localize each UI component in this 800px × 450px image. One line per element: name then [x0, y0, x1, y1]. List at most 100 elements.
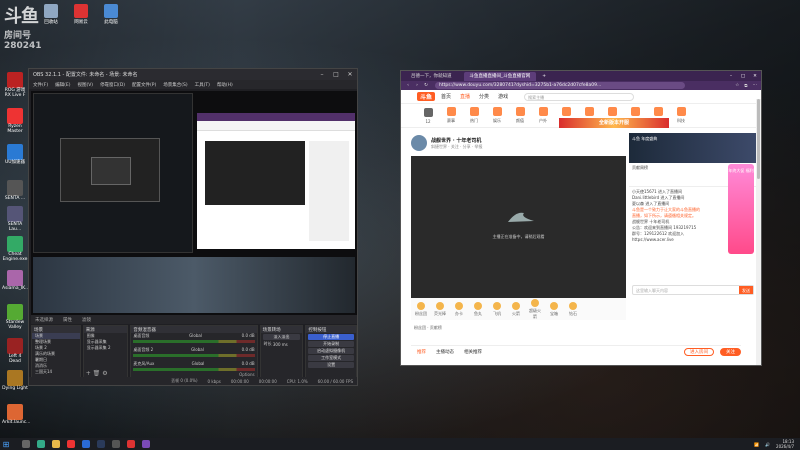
desktop-icon-uu[interactable]: UU加速器: [2, 144, 28, 166]
gift-item[interactable]: 火箭: [509, 301, 523, 317]
menu-help[interactable]: 帮助(H): [217, 82, 233, 88]
obs-icon[interactable]: [112, 440, 120, 448]
gift-item[interactable]: 粉丝团: [414, 301, 428, 317]
desktop-icon-ryzen[interactable]: Ryzen Master: [2, 108, 28, 135]
network-icon[interactable]: 📶: [754, 442, 759, 447]
category-item[interactable]: 颜值: [511, 107, 529, 124]
maximize-icon[interactable]: □: [737, 74, 749, 79]
page-scrollbar[interactable]: [756, 99, 761, 365]
desktop-icon-senta[interactable]: SENTA ...: [2, 180, 28, 202]
minimize-icon[interactable]: –: [315, 71, 329, 78]
floating-promo[interactable]: 年终大促 福利: [728, 164, 754, 254]
category-item[interactable]: 娱乐: [488, 107, 506, 124]
properties-button[interactable]: 属性: [63, 317, 72, 323]
side-ad-banner[interactable]: 斗鱼 年度盛典: [629, 133, 757, 163]
reload-icon[interactable]: ↻: [423, 83, 429, 88]
start-recording-button[interactable]: 开始录制: [308, 341, 354, 347]
nav-home[interactable]: 首页: [441, 93, 451, 100]
enter-room-button[interactable]: 进入房间: [684, 347, 714, 356]
volume-icon[interactable]: 🔊: [765, 442, 770, 447]
address-bar[interactable]: https://www.douyu.com/3280741?dyshid=327…: [435, 82, 685, 89]
nav-games[interactable]: 游戏: [498, 93, 508, 100]
settings-button[interactable]: 设置: [308, 362, 354, 368]
back-icon[interactable]: ‹: [405, 83, 411, 88]
forward-icon[interactable]: ›: [414, 83, 420, 88]
gear-icon[interactable]: ⚙: [102, 370, 107, 377]
desktop-icon-arkit[interactable]: Arkit.launc...: [2, 404, 30, 426]
add-icon[interactable]: +: [86, 370, 91, 377]
menu-docks[interactable]: 停靠窗口(D): [100, 82, 125, 88]
volume-meter[interactable]: [133, 340, 255, 343]
promo-banner[interactable]: 全新版本开服: [559, 118, 669, 128]
maximize-icon[interactable]: □: [329, 71, 343, 78]
category-item[interactable]: 科技: [672, 107, 690, 124]
menu-tools[interactable]: 工具(T): [195, 82, 210, 88]
gift-item[interactable]: 鱼丸: [471, 301, 485, 317]
menu-profile[interactable]: 配置文件(P): [132, 82, 156, 88]
menu-view[interactable]: 视图(V): [77, 82, 93, 88]
close-icon[interactable]: ✕: [749, 74, 761, 79]
obs-preview[interactable]: [31, 91, 357, 315]
tab-streamer-feed[interactable]: 主播动态: [436, 349, 454, 355]
browser-tab-active[interactable]: 斗鱼直播直播间_斗鱼直播官网: [463, 71, 537, 81]
desktop-icon-cheat-engine[interactable]: Cheat Engine.exe: [2, 236, 28, 263]
source-item[interactable]: 显示器采集 2: [84, 345, 128, 351]
clock[interactable]: 18:13 2026/4/7: [776, 439, 794, 449]
steam-icon[interactable]: [97, 440, 105, 448]
gift-item[interactable]: 宝箱: [547, 301, 561, 317]
menu-icon[interactable]: ⋯: [753, 83, 758, 89]
studio-mode-button[interactable]: 工作室模式: [308, 355, 354, 361]
stop-streaming-button[interactable]: 停止直播: [308, 334, 354, 340]
volume-meter[interactable]: [133, 368, 255, 371]
chat-input[interactable]: 这里输入聊天内容 发送: [632, 285, 754, 295]
windows-start-icon[interactable]: ⊞: [0, 440, 12, 449]
category-item[interactable]: 热门: [465, 107, 483, 124]
desktop-icon-stardew[interactable]: Stardew Valley: [2, 304, 28, 331]
transition-select[interactable]: 淡入淡出: [262, 334, 301, 340]
duration-input[interactable]: 300 ms: [273, 342, 288, 347]
video-player[interactable]: 主播正在准备中，请稍后观看: [411, 156, 626, 298]
desktop-icon-asiama[interactable]: Asiama_IK...: [2, 270, 29, 292]
app-icon[interactable]: [127, 440, 135, 448]
gift-item[interactable]: 钻石: [566, 301, 580, 317]
gift-item[interactable]: 飞机: [490, 301, 504, 317]
desktop-icon-senta-launcher[interactable]: SENTA Lau...: [2, 206, 28, 233]
browser-icon[interactable]: [142, 440, 150, 448]
desktop-icon-dying-light[interactable]: Dying Light: [2, 370, 28, 392]
star-icon[interactable]: ☆: [735, 83, 739, 89]
menu-scene-collection[interactable]: 场景集合(S): [163, 82, 187, 88]
edge-icon[interactable]: [37, 440, 45, 448]
desktop-icon-recycle[interactable]: 回收站: [40, 4, 62, 25]
app-icon[interactable]: [67, 440, 75, 448]
app-icon[interactable]: [82, 440, 90, 448]
extensions-icon[interactable]: ⧉: [744, 83, 747, 89]
nav-category[interactable]: 分类: [479, 93, 489, 100]
follow-button[interactable]: 关注: [720, 347, 741, 356]
virtual-camera-button[interactable]: 启动虚拟摄像机: [308, 348, 354, 354]
volume-meter[interactable]: [133, 354, 255, 357]
send-button[interactable]: 发送: [739, 286, 753, 294]
menu-file[interactable]: 文件(F): [33, 82, 48, 88]
nav-live[interactable]: 直播: [460, 93, 470, 100]
close-icon[interactable]: ✕: [343, 71, 357, 78]
filters-button[interactable]: 滤镜: [82, 317, 91, 323]
category-item[interactable]: 户外: [534, 107, 552, 124]
category-item[interactable]: 赛事: [442, 107, 460, 124]
menu-edit[interactable]: 编辑(E): [55, 82, 70, 88]
obs-titlebar[interactable]: OBS 32.1.1 - 配置文件: 未命名 - 场景: 未命名 – □ ✕: [29, 69, 357, 80]
gift-item[interactable]: 荧光棒: [433, 301, 447, 317]
category-item[interactable]: 12: [419, 107, 437, 124]
desktop-icon-l4d[interactable]: Left 4 Dead: [2, 338, 28, 365]
tab-related[interactable]: 相关推荐: [464, 349, 482, 355]
explorer-icon[interactable]: [52, 440, 60, 448]
gift-item[interactable]: 办卡: [452, 301, 466, 317]
remove-icon[interactable]: 🗑: [93, 370, 101, 377]
minimize-icon[interactable]: –: [725, 74, 737, 79]
gift-item[interactable]: 超级火箭: [528, 298, 542, 320]
site-search-input[interactable]: 搜索主播: [524, 92, 635, 101]
browser-tab[interactable]: 吕德一下，你就知道: [405, 72, 458, 81]
tab-recommend[interactable]: 推荐: [417, 349, 426, 355]
desktop-icon-rog[interactable]: ROG 游戏 RX Live F: [2, 72, 28, 99]
desktop-icon-computer[interactable]: 此电脑: [100, 4, 122, 25]
search-icon[interactable]: [22, 440, 30, 448]
